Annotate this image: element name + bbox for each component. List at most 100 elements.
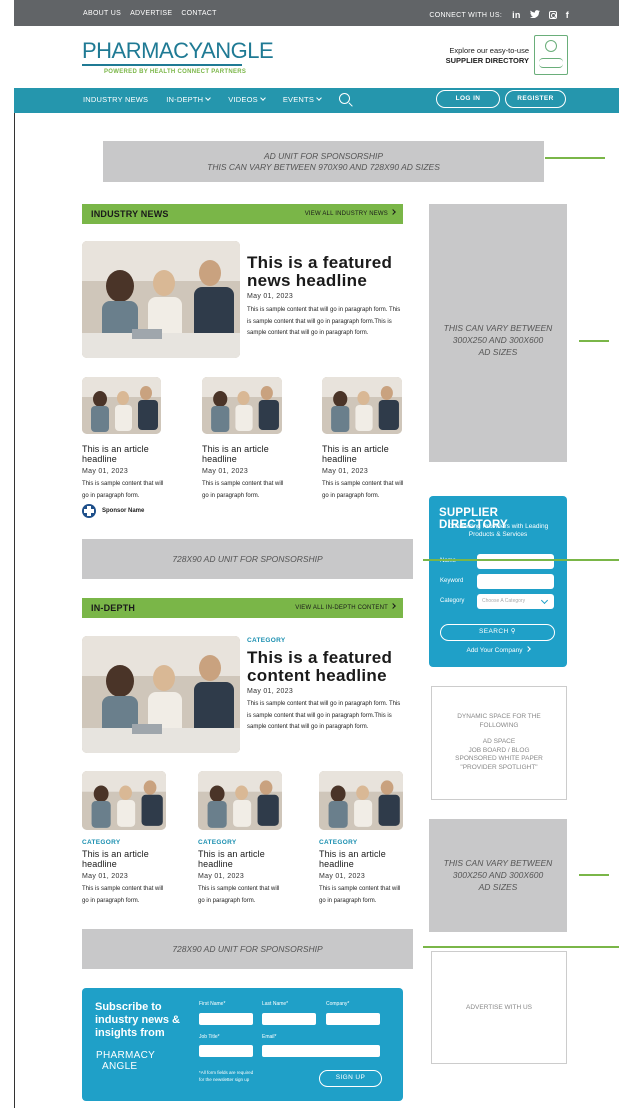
mid-ad-unit-1[interactable]: 728X90 AD UNIT FOR SPONSORSHIP xyxy=(82,539,413,579)
about-us-link[interactable]: ABOUT US xyxy=(83,10,121,17)
twitter-icon[interactable] xyxy=(529,10,540,20)
top-ad-unit[interactable]: AD UNIT FOR SPONSORSHIP THIS CAN VARY BE… xyxy=(103,141,544,182)
chevron-down-icon xyxy=(316,95,322,101)
dynamic-line4: SPONSORED WHITE PAPER xyxy=(455,755,543,762)
nav-videos[interactable]: VIDEOS xyxy=(228,95,266,104)
logo-underline xyxy=(82,64,242,66)
side-ad-line1: THIS CAN VARY BETWEEN xyxy=(443,858,553,868)
guide-line xyxy=(423,559,619,561)
article-image[interactable] xyxy=(319,771,403,830)
guide-line xyxy=(545,157,605,159)
category-label[interactable]: CATEGORY xyxy=(198,839,237,846)
article-headline[interactable]: This is an article headline xyxy=(198,849,283,869)
last-name-input[interactable] xyxy=(262,1013,316,1025)
article-body: This is sample content that will go in p… xyxy=(198,886,280,904)
article-headline[interactable]: This is an article headline xyxy=(202,444,287,464)
chevron-down-icon xyxy=(205,95,212,101)
article-body: This is sample content that will go in p… xyxy=(319,886,401,904)
section-title: IN-DEPTH xyxy=(91,603,136,613)
featured-content-headline[interactable]: This is a featured content headline xyxy=(247,649,412,685)
email-label: Email* xyxy=(262,1034,277,1040)
featured-news-headline[interactable]: This is a featured news headline xyxy=(247,254,407,290)
keyword-input[interactable] xyxy=(477,574,554,589)
job-title-input[interactable] xyxy=(199,1045,253,1057)
in-depth-header: IN-DEPTH VIEW ALL IN-DEPTH CONTENT xyxy=(82,598,403,618)
nav-industry-news[interactable]: INDUSTRY NEWS xyxy=(83,95,148,104)
subscribe-logo-line2: ANGLE xyxy=(102,1061,138,1072)
category-label[interactable]: CATEGORY xyxy=(82,839,121,846)
social-icons: in f xyxy=(512,10,569,20)
add-company-link[interactable]: Add Your Company xyxy=(429,646,567,654)
advertise-with-us-box[interactable]: ADVERTISE WITH US xyxy=(431,951,567,1064)
login-button[interactable]: LOG IN xyxy=(436,90,500,108)
sign-up-button[interactable]: SIGN UP xyxy=(319,1070,382,1087)
connect-group: CONNECT WITH US: in f xyxy=(429,10,569,20)
article-headline[interactable]: This is an article headline xyxy=(82,849,167,869)
chevron-right-icon xyxy=(524,646,531,652)
article-image[interactable] xyxy=(322,377,402,434)
side-ad-line3: AD SIZES xyxy=(478,347,518,357)
supplier-search-button[interactable]: SEARCH ⚲ xyxy=(440,624,555,641)
sponsor-badge[interactable]: Sponsor Name xyxy=(82,504,144,518)
view-all-in-depth-link[interactable]: VIEW ALL IN-DEPTH CONTENT xyxy=(295,603,396,611)
email-input[interactable] xyxy=(262,1045,380,1057)
article-image[interactable] xyxy=(202,377,282,434)
category-label: Category xyxy=(440,598,465,604)
view-all-label: VIEW ALL IN-DEPTH CONTENT xyxy=(295,605,388,611)
featured-news-image[interactable] xyxy=(82,241,240,358)
view-all-industry-news-link[interactable]: VIEW ALL INDUSTRY NEWS xyxy=(305,209,396,217)
section-title: INDUSTRY NEWS xyxy=(91,209,169,219)
keyword-label: Keyword xyxy=(440,578,464,584)
article-image[interactable] xyxy=(198,771,282,830)
promo-line1: Explore our easy-to-use xyxy=(449,46,529,55)
register-button[interactable]: REGISTER xyxy=(505,90,566,108)
nav-events[interactable]: EVENTS xyxy=(283,95,322,104)
category-select[interactable]: Choose A Category xyxy=(477,594,554,609)
side-ad-unit-2[interactable]: THIS CAN VARY BETWEEN 300X250 AND 300X60… xyxy=(429,819,567,932)
supplier-directory-widget: SUPPLIER DIRECTORY Connecting Providers … xyxy=(429,496,567,667)
mid-ad-unit-2[interactable]: 728X90 AD UNIT FOR SPONSORSHIP xyxy=(82,929,413,969)
article-date: May 01, 2023 xyxy=(82,468,129,475)
first-name-input[interactable] xyxy=(199,1013,253,1025)
side-ad-unit-1[interactable]: THIS CAN VARY BETWEEN 300X250 AND 300X60… xyxy=(429,204,567,462)
name-input[interactable] xyxy=(477,554,554,569)
search-label: SEARCH xyxy=(479,628,509,635)
contact-link[interactable]: CONTACT xyxy=(181,10,216,17)
featured-content-image[interactable] xyxy=(82,636,240,753)
nav-videos-label: VIDEOS xyxy=(228,95,258,104)
search-icon[interactable] xyxy=(339,92,351,104)
article-headline[interactable]: This is an article headline xyxy=(322,444,407,464)
dynamic-line3: JOB BOARD / BLOG xyxy=(468,746,530,754)
advertise-link[interactable]: ADVERTISE xyxy=(130,10,172,17)
side-ad-line2: 300X250 AND 300X600 xyxy=(452,335,544,345)
category-label[interactable]: CATEGORY xyxy=(247,637,286,644)
supplier-promo[interactable]: Explore our easy-to-use SUPPLIER DIRECTO… xyxy=(446,46,529,66)
category-label[interactable]: CATEGORY xyxy=(319,839,358,846)
supplier-directory-subtitle: Connecting Providers with Leading Produc… xyxy=(447,523,549,538)
site-logo[interactable]: PHARMACYANGLE POWERED BY HEALTH CONNECT … xyxy=(82,40,274,75)
linkedin-icon[interactable]: in xyxy=(512,10,521,20)
facebook-icon[interactable]: f xyxy=(566,10,569,20)
dynamic-space-box[interactable]: DYNAMIC SPACE FOR THE FOLLOWING AD SPACE… xyxy=(431,686,567,800)
chevron-down-icon xyxy=(540,596,549,605)
article-image[interactable] xyxy=(82,771,166,830)
article-headline[interactable]: This is an article headline xyxy=(82,444,167,464)
top-ad-line1: AD UNIT FOR SPONSORSHIP xyxy=(263,151,383,161)
chevron-right-icon xyxy=(390,603,396,609)
side-ad-line3: AD SIZES xyxy=(478,882,518,892)
article-headline[interactable]: This is an article headline xyxy=(319,849,404,869)
logo-tagline: POWERED BY HEALTH CONNECT PARTNERS xyxy=(104,69,247,75)
subscribe-heading: Subscribe to industry news & insights fr… xyxy=(95,1001,180,1039)
dynamic-line1: DYNAMIC SPACE FOR THE FOLLOWING xyxy=(457,713,541,729)
company-input[interactable] xyxy=(326,1013,380,1025)
check-icon xyxy=(545,40,557,52)
subscribe-logo: PHARMACY ANGLE xyxy=(96,1050,155,1072)
article-image[interactable] xyxy=(82,377,161,434)
instagram-icon[interactable] xyxy=(548,11,557,19)
add-company-label: Add Your Company xyxy=(466,647,523,654)
side-ad-line2: 300X250 AND 300X600 xyxy=(452,870,544,880)
guide-line xyxy=(579,340,609,342)
nav-in-depth[interactable]: IN-DEPTH xyxy=(166,95,212,104)
nav-industry-news-label: INDUSTRY NEWS xyxy=(83,95,149,104)
handshake-icon[interactable] xyxy=(534,35,568,75)
